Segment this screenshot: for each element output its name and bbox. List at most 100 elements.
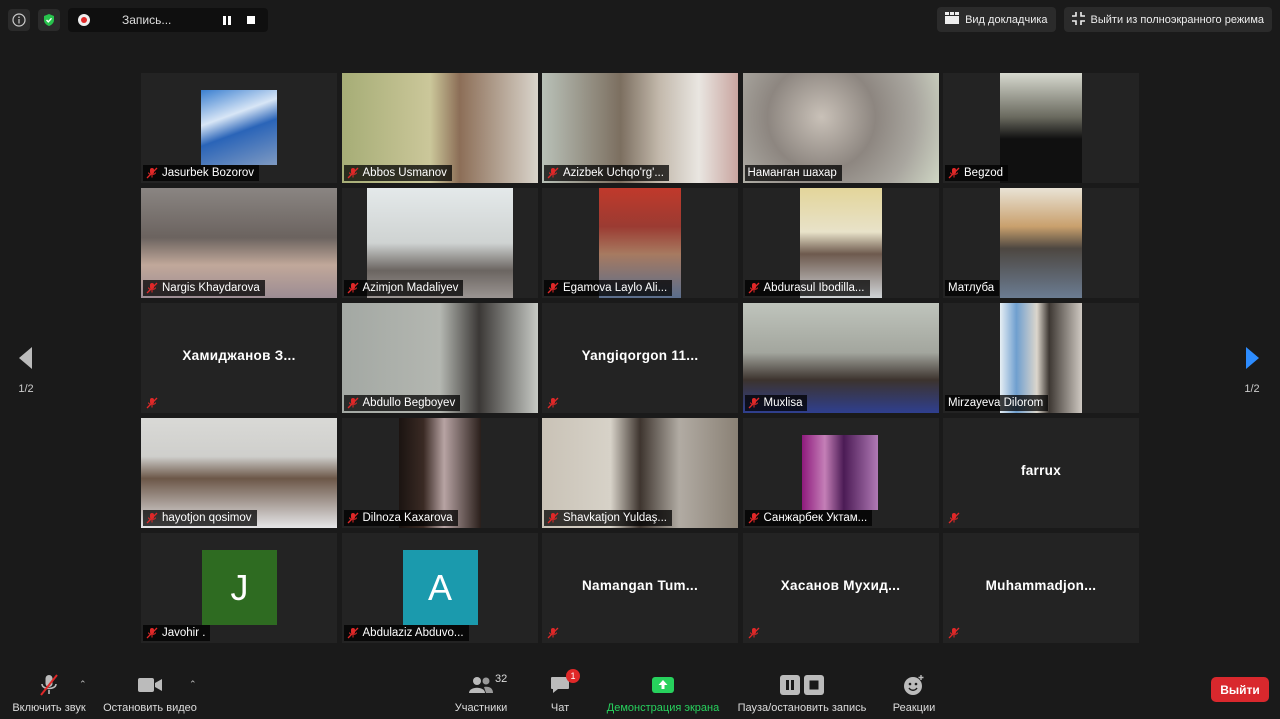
participant-tile[interactable]: Begzod (943, 73, 1139, 183)
mic-muted-icon (748, 512, 759, 524)
participant-name: Azizbek Uchqo'rg'... (563, 167, 664, 179)
chat-label: Чат (550, 702, 570, 714)
participant-display-name: Yangiqorgon 11... (581, 348, 699, 363)
name-tag: Jasurbek Bozorov (143, 165, 260, 181)
leave-button[interactable]: Выйти (1211, 677, 1269, 702)
mic-muted-icon (347, 512, 358, 524)
participant-tile[interactable]: Egamova Laylo Ali... (542, 188, 738, 298)
top-right-controls: Вид докладчика Выйти из полноэкранного р… (937, 7, 1272, 32)
participant-name: Shavkatjon Yuldaş... (563, 512, 667, 524)
info-icon[interactable] (8, 9, 30, 31)
mic-muted-icon (38, 672, 60, 698)
name-tag: Abdurasul Ibodilla... (744, 280, 870, 296)
participant-tile[interactable]: Nargis Khaydarova (141, 188, 337, 298)
reactions-label: Реакции (892, 702, 936, 714)
name-tag: Dilnoza Kaxarova (343, 510, 458, 526)
participant-tile[interactable]: Mirzayeva Dilorom (943, 303, 1139, 413)
participant-tile[interactable]: Azizbek Uchqo'rg'... (542, 73, 738, 183)
mic-muted-icon (748, 282, 759, 294)
name-tag: Javohir . (143, 625, 211, 641)
reactions-button[interactable]: Реакции (889, 665, 939, 719)
mic-muted-icon (146, 397, 158, 409)
participant-tile[interactable]: Dilnoza Kaxarova (341, 418, 538, 528)
chevron-up-icon[interactable]: ⌃ (189, 679, 197, 690)
share-screen-button[interactable]: Демонстрация экрана (602, 665, 724, 719)
participant-tile[interactable]: Санжарбек Уктам... (742, 418, 939, 528)
mic-muted-icon (547, 167, 559, 179)
video-button[interactable]: ⌃ Остановить видео (101, 665, 199, 719)
speaker-view-icon (945, 12, 960, 27)
participant-tile[interactable]: Abdullo Begboyev (341, 303, 538, 413)
name-tag: Abdulaziz Abduvo... (343, 625, 469, 641)
name-tag: Shavkatjon Yuldaş... (544, 510, 672, 526)
participants-icon: 32 (469, 672, 507, 698)
speaker-view-button[interactable]: Вид докладчика (937, 7, 1056, 32)
participant-tile[interactable]: Namangan Tum... (542, 533, 738, 643)
participant-name: Nargis Khaydarova (162, 282, 260, 294)
stop-icon (804, 675, 824, 695)
participant-tile[interactable]: A Abdulaziz Abduvo... (341, 533, 538, 643)
pause-stop-recording-button[interactable]: Пауза/остановить запись (732, 665, 872, 719)
chevron-up-icon[interactable]: ⌃ (79, 679, 87, 690)
participant-tile[interactable]: Jasurbek Bozorov (141, 73, 337, 183)
chat-badge: 1 (566, 669, 580, 683)
page-next[interactable]: 1/2 (1243, 346, 1261, 395)
participant-tile[interactable]: Abbos Usmanov (341, 73, 538, 183)
name-tag: Abbos Usmanov (343, 165, 452, 181)
exit-fullscreen-label: Выйти из полноэкранного режима (1090, 13, 1264, 26)
name-tag: Матлуба (945, 280, 1000, 296)
participants-button[interactable]: 32 Участники (450, 665, 512, 719)
participant-video (1000, 73, 1082, 183)
participant-display-name: Muhammadjon... (985, 578, 1097, 593)
pause-recording-icon[interactable] (220, 13, 234, 27)
share-screen-label: Демонстрация экрана (606, 702, 720, 714)
stop-recording-icon[interactable] (244, 13, 258, 27)
pause-stop-icons (780, 672, 824, 698)
recording-dot-icon (78, 14, 90, 26)
name-tag (745, 625, 765, 641)
name-tag: Azimjon Madaliyev (343, 280, 464, 296)
page-indicator-right: 1/2 (1244, 383, 1260, 395)
exit-fullscreen-button[interactable]: Выйти из полноэкранного режима (1063, 7, 1272, 32)
mic-muted-icon (948, 167, 960, 179)
recording-indicator: Запись... (68, 8, 268, 32)
participant-tile[interactable]: hayotjon qosimov (141, 418, 337, 528)
participant-tile[interactable]: Abdurasul Ibodilla... (742, 188, 939, 298)
participant-name: Muxlisa (763, 397, 803, 409)
avatar: J (202, 550, 277, 625)
exit-fullscreen-icon (1071, 11, 1085, 28)
chat-button[interactable]: 1 Чат (540, 665, 580, 719)
participant-tile[interactable]: Хасанов Мухид... (742, 533, 939, 643)
mic-muted-icon (547, 627, 559, 639)
participant-tile[interactable]: farrux (943, 418, 1139, 528)
participant-tile[interactable]: Shavkatjon Yuldaş... (542, 418, 738, 528)
unmute-button[interactable]: ⌃ Включить звук (9, 665, 89, 719)
participant-tile[interactable]: Матлуба (943, 188, 1139, 298)
participant-tile[interactable]: Хамиджанов З... (141, 303, 337, 413)
name-tag (945, 510, 965, 526)
participant-video (201, 90, 277, 165)
participant-tile[interactable]: Muxlisa (742, 303, 939, 413)
participant-tile[interactable]: Muhammadjon... (943, 533, 1139, 643)
participant-tile[interactable]: Azimjon Madaliyev (341, 188, 538, 298)
participant-tile-active-speaker[interactable]: Наманган шахар (742, 73, 939, 183)
arrow-right-icon[interactable] (1243, 346, 1261, 373)
participant-name: Наманган шахар (747, 167, 837, 179)
participant-video (801, 435, 878, 510)
mic-muted-icon (948, 512, 960, 524)
arrow-left-icon[interactable] (17, 346, 35, 373)
participant-tile[interactable]: Yangiqorgon 11... (542, 303, 738, 413)
mic-muted-icon (347, 627, 358, 639)
participant-display-name: farrux (1020, 463, 1062, 478)
name-tag: Begzod (945, 165, 1009, 181)
participant-name: Dilnoza Kaxarova (362, 512, 453, 524)
participant-display-name: Namangan Tum... (581, 578, 698, 593)
page-prev[interactable]: 1/2 (17, 346, 35, 395)
security-shield-icon[interactable] (38, 9, 60, 31)
mic-muted-icon (347, 282, 358, 294)
participant-tile[interactable]: J Javohir . (141, 533, 337, 643)
mic-muted-icon (748, 397, 759, 409)
participants-label: Участники (454, 702, 508, 714)
participant-name: Санжарбек Уктам... (763, 512, 868, 524)
share-screen-icon (652, 672, 674, 698)
